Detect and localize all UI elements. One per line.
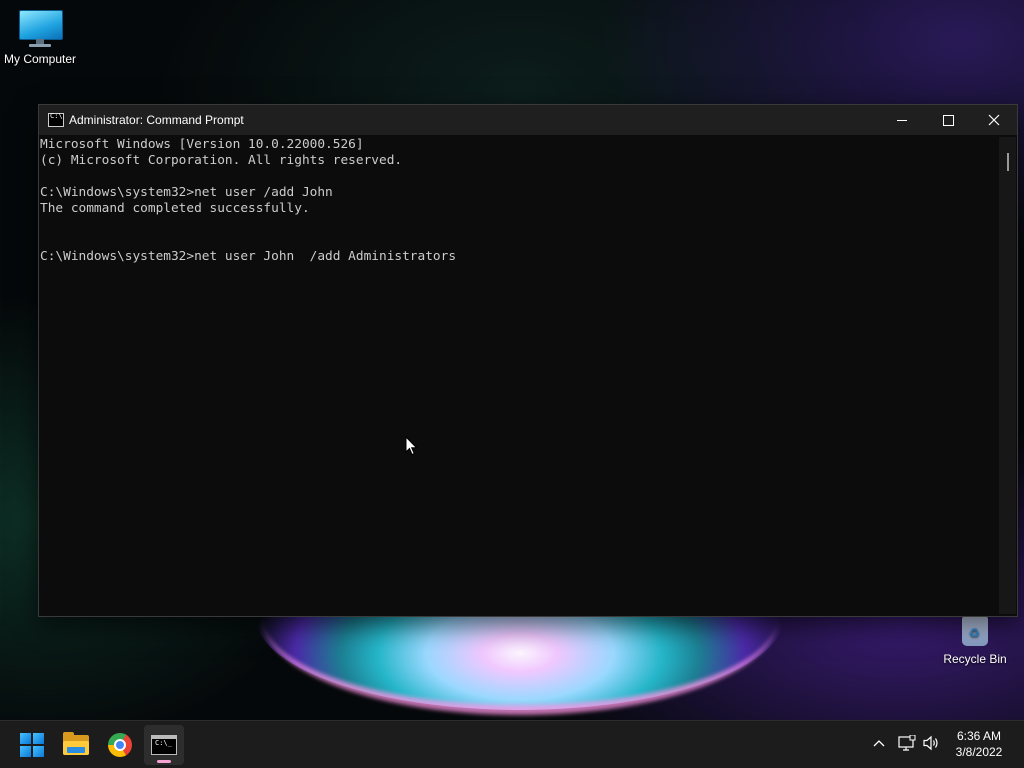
clock-date: 3/8/2022 (955, 745, 1003, 759)
chevron-up-icon (873, 740, 885, 747)
desktop-icon-recycle-bin[interactable]: ♻ Recycle Bin (935, 612, 1015, 666)
console-line: The command completed successfully. (40, 201, 310, 216)
minimize-icon (897, 119, 907, 121)
desktop-icon-label: Recycle Bin (943, 652, 1007, 666)
close-icon (988, 114, 1000, 126)
maximize-button[interactable] (925, 105, 971, 135)
window-title: Administrator: Command Prompt (69, 113, 244, 127)
scrollbar-thumb[interactable] (1007, 153, 1009, 171)
volume-icon (923, 735, 938, 751)
desktop-icon-my-computer[interactable]: My Computer (0, 10, 80, 66)
taskbar-file-explorer[interactable] (56, 725, 96, 765)
recycle-bin-icon: ♻ (960, 612, 990, 648)
file-explorer-icon (63, 732, 89, 755)
console-line: C:\Windows\system32>net user /add John (40, 185, 333, 200)
clock-time: 6:36 AM (956, 729, 1002, 743)
command-prompt-icon: C:\_ (151, 735, 177, 755)
command-prompt-window[interactable]: C:\ Administrator: Command Prompt Micros… (38, 104, 1018, 617)
console-line: C:\Windows\system32>net user John /add A… (40, 249, 457, 264)
desktop-icon-label: My Computer (3, 52, 77, 66)
network-button[interactable] (896, 732, 918, 754)
windows-start-icon (20, 733, 44, 757)
vertical-scrollbar[interactable] (999, 137, 1016, 614)
console-line: Microsoft Windows [Version 10.0.22000.52… (40, 137, 364, 152)
computer-icon (19, 10, 63, 48)
minimize-button[interactable] (879, 105, 925, 135)
close-button[interactable] (971, 105, 1017, 135)
console-output[interactable]: Microsoft Windows [Version 10.0.22000.52… (40, 137, 998, 613)
active-app-indicator (157, 760, 171, 763)
network-icon (898, 735, 916, 751)
chrome-icon (108, 733, 132, 757)
start-button[interactable] (12, 725, 52, 765)
mouse-pointer-icon (405, 436, 418, 456)
window-titlebar[interactable]: C:\ Administrator: Command Prompt (39, 105, 1017, 135)
show-hidden-icons-button[interactable] (868, 732, 890, 754)
maximize-icon (942, 114, 954, 126)
command-prompt-icon: C:\ (48, 112, 64, 127)
taskbar-clock[interactable]: 6:36 AM 3/8/2022 (946, 728, 1012, 760)
taskbar-chrome[interactable] (100, 725, 140, 765)
taskbar-command-prompt[interactable]: C:\_ (144, 725, 184, 765)
console-line: (c) Microsoft Corporation. All rights re… (40, 153, 403, 168)
volume-button[interactable] (920, 732, 942, 754)
